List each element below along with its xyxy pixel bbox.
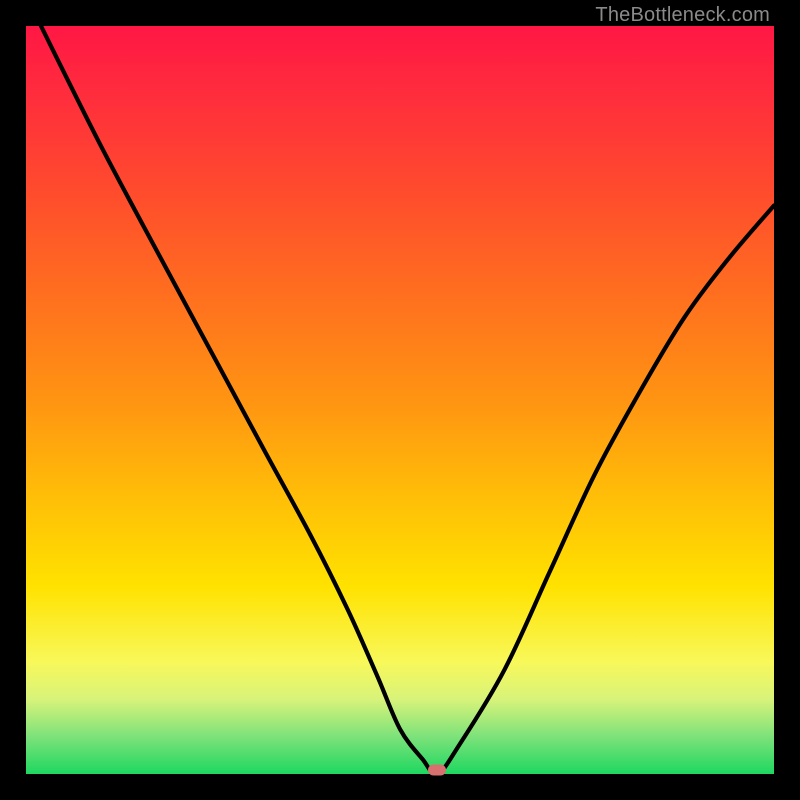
bottleneck-curve-path xyxy=(41,26,774,774)
attribution-text: TheBottleneck.com xyxy=(595,4,770,27)
chart-frame: TheBottleneck.com xyxy=(0,0,800,800)
plot-area xyxy=(26,26,774,774)
optimal-point-marker xyxy=(428,765,446,776)
curve-svg xyxy=(26,26,774,774)
